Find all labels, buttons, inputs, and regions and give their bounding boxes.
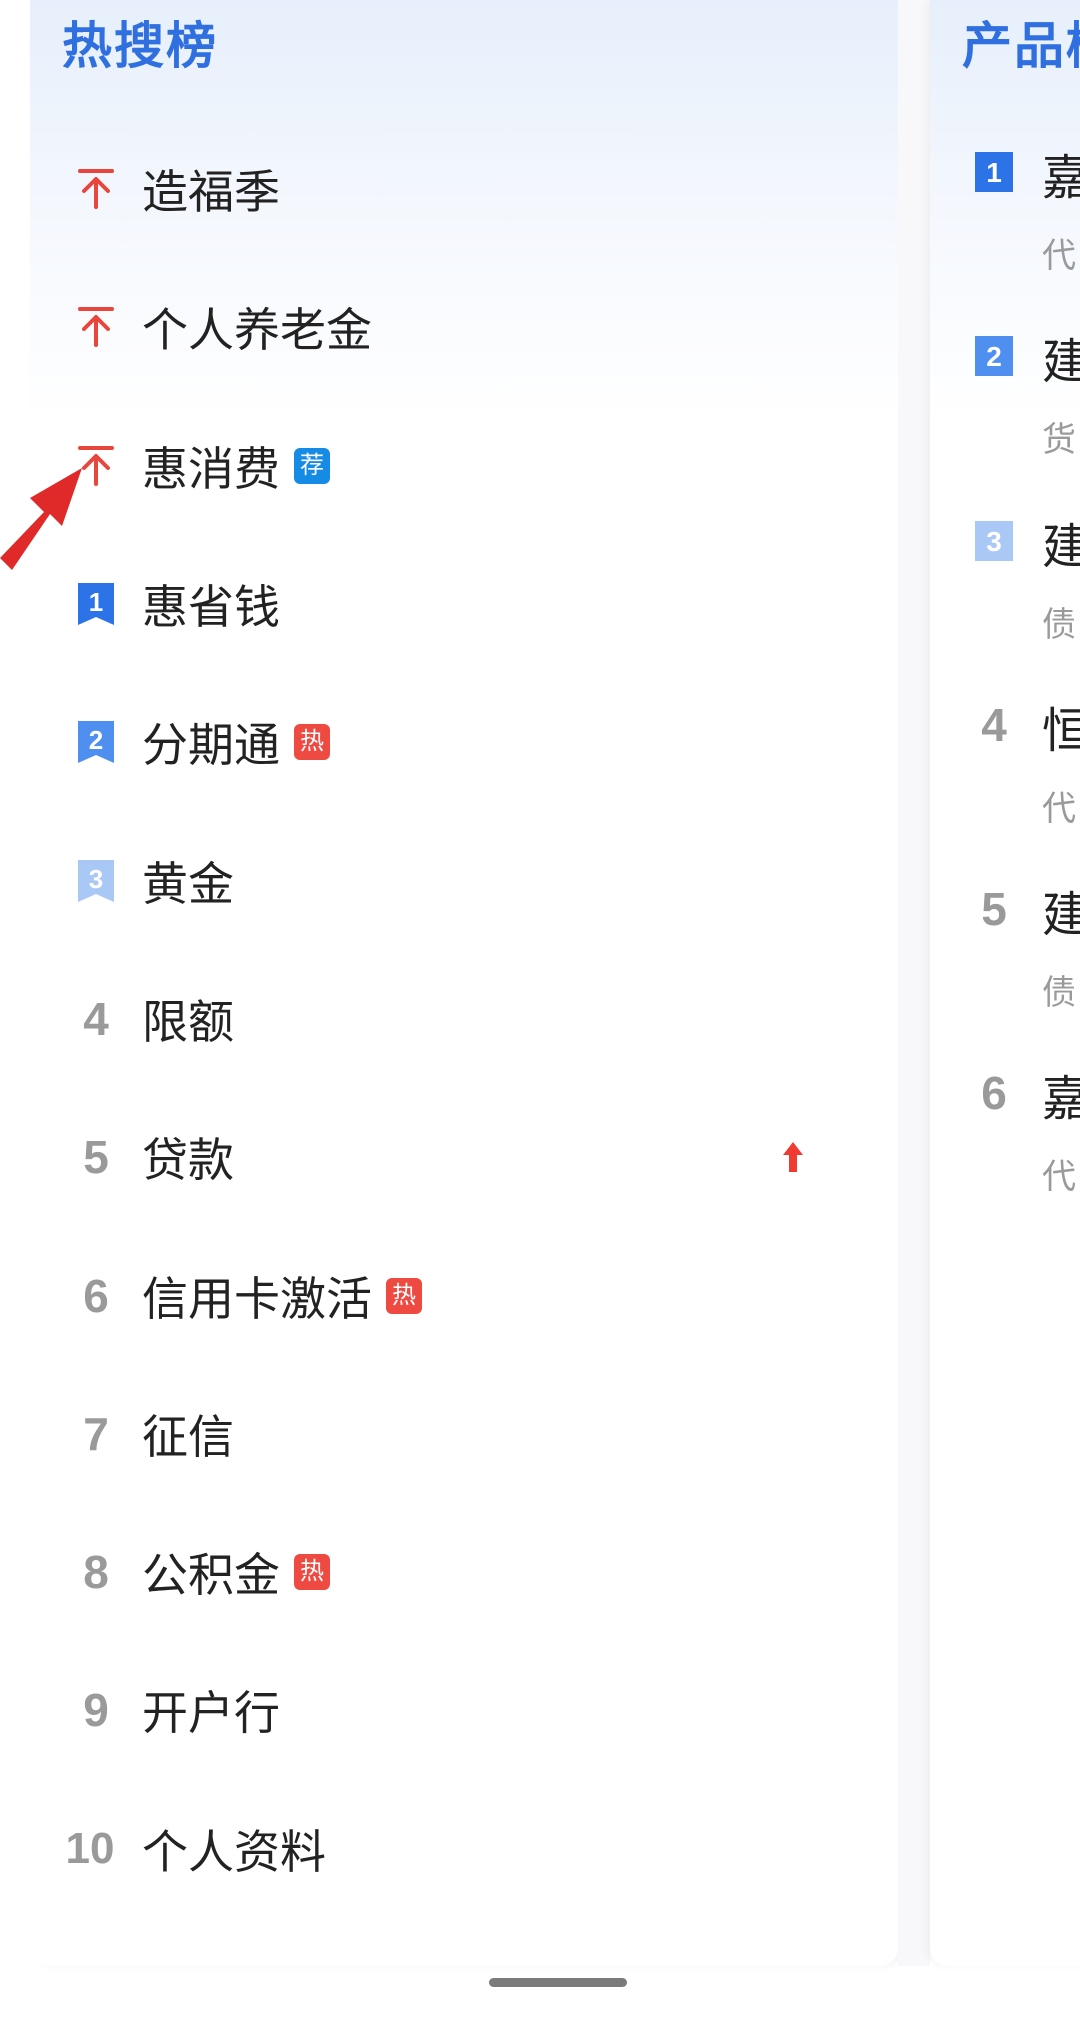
product-board: 产品榜 1 嘉 代 2 建 货 3 建 债	[930, 0, 1080, 1966]
item-label: 公积金 热	[142, 1539, 330, 1605]
rank-number: 2	[986, 341, 1002, 372]
product-subtitle: 代	[1042, 1157, 1076, 1198]
rank-badge: 1	[66, 574, 126, 634]
rank-badge: 2	[66, 712, 126, 772]
rank-badge: 3	[66, 851, 126, 911]
product-item[interactable]: 4 恒 代	[930, 673, 1080, 857]
item-label: 征信	[142, 1409, 234, 1464]
list-item[interactable]: 4 限额	[30, 950, 898, 1088]
list-item[interactable]: 个人养老金	[30, 258, 898, 396]
item-label: 信用卡激活 热	[142, 1263, 422, 1329]
rank-badge: 3	[972, 519, 1016, 563]
product-title: 建	[1042, 334, 1080, 391]
list-item[interactable]: 9 开户行	[30, 1641, 898, 1779]
rank-number: 8	[83, 1546, 109, 1599]
list-item[interactable]: 造福季	[30, 120, 898, 258]
product-item[interactable]: 5 建 债	[930, 857, 1080, 1041]
item-label: 开户行	[142, 1686, 280, 1741]
list-item[interactable]: 惠消费 荐	[30, 397, 898, 535]
rank-number: 4	[981, 698, 1007, 751]
rank-badge: 5	[972, 883, 1016, 935]
list-item[interactable]: 1 惠省钱	[30, 535, 898, 673]
product-board-title: 产品榜	[962, 17, 1080, 75]
list-item[interactable]: 3 黄金	[30, 811, 898, 949]
hot-tag: 热	[294, 1554, 330, 1591]
item-label: 黄金	[142, 856, 234, 911]
item-label: 个人养老金	[142, 303, 372, 358]
item-label: 限额	[142, 994, 234, 1049]
item-label: 贷款	[142, 1133, 234, 1188]
hot-search-board: 热搜榜 造福季 个人养老金 惠消费 荐 1 惠省钱 2 分期通 热 3 黄金 4…	[30, 0, 898, 1966]
item-label: 分期通 热	[142, 709, 330, 775]
list-item[interactable]: 5 贷款	[30, 1088, 898, 1226]
trend-up-icon	[783, 1142, 803, 1173]
rank-number: 3	[986, 526, 1002, 557]
rank-number: 3	[89, 864, 103, 894]
pin-top-icon	[66, 297, 126, 357]
product-subtitle: 代	[1042, 788, 1076, 829]
product-title: 建	[1042, 887, 1080, 944]
hot-tag: 热	[386, 1277, 422, 1314]
rank-badge: 7	[66, 1404, 126, 1464]
item-label: 造福季	[142, 165, 280, 220]
rank-badge: 1	[972, 150, 1016, 194]
product-subtitle: 货	[1042, 420, 1076, 461]
card-gap	[898, 0, 930, 1966]
rank-number: 7	[83, 1407, 109, 1460]
item-label: 个人资料	[142, 1824, 326, 1879]
home-indicator[interactable]	[489, 1978, 627, 1987]
rank-badge: 2	[972, 334, 1016, 378]
rank-number: 4	[83, 992, 109, 1045]
hot-tag: 热	[294, 724, 330, 761]
rank-badge: 4	[66, 989, 126, 1049]
item-label: 惠省钱	[142, 580, 280, 635]
recommend-tag: 荐	[294, 447, 330, 484]
list-item[interactable]: 6 信用卡激活 热	[30, 1226, 898, 1364]
item-label: 惠消费 荐	[142, 433, 330, 499]
list-item[interactable]: 8 公积金 热	[30, 1503, 898, 1641]
product-item[interactable]: 1 嘉 代	[930, 120, 1080, 304]
rank-badge: 5	[66, 1127, 126, 1187]
product-item[interactable]: 3 建 债	[930, 489, 1080, 673]
rank-number: 9	[83, 1684, 109, 1737]
list-item[interactable]: 10 个人资料	[30, 1780, 898, 1918]
list-item[interactable]: 2 分期通 热	[30, 673, 898, 811]
rank-number: 1	[89, 587, 103, 617]
product-subtitle: 债	[1042, 973, 1076, 1014]
rank-badge: 10	[50, 1819, 130, 1879]
product-item[interactable]: 2 建 货	[930, 304, 1080, 488]
product-title: 嘉	[1042, 150, 1080, 206]
rank-badge: 8	[66, 1542, 126, 1602]
product-title: 嘉	[1042, 1071, 1080, 1128]
product-title: 恒	[1042, 702, 1080, 759]
rank-number: 6	[83, 1269, 109, 1322]
product-title: 建	[1042, 518, 1080, 575]
rank-number: 5	[83, 1131, 109, 1184]
annotation-arrow-icon	[0, 468, 82, 570]
pin-top-icon	[66, 159, 126, 219]
list-item[interactable]: 7 征信	[30, 1365, 898, 1503]
product-item[interactable]: 6 嘉 代	[930, 1041, 1080, 1225]
rank-number: 5	[981, 883, 1007, 936]
product-list: 1 嘉 代 2 建 货 3 建 债 4 恒 代 5 建 债 6 嘉 代	[930, 120, 1080, 1226]
rank-badge: 6	[66, 1266, 126, 1326]
hot-search-list: 造福季 个人养老金 惠消费 荐 1 惠省钱 2 分期通 热 3 黄金 4 限额 …	[30, 120, 898, 1918]
product-subtitle: 代	[1042, 236, 1076, 276]
product-subtitle: 债	[1042, 604, 1076, 645]
rank-badge: 9	[66, 1680, 126, 1740]
rank-number: 1	[986, 157, 1002, 188]
rank-number: 6	[981, 1067, 1007, 1120]
hot-search-title: 热搜榜	[62, 17, 218, 75]
rank-badge: 4	[972, 699, 1016, 751]
rank-number: 10	[65, 1823, 115, 1873]
rank-badge: 6	[972, 1067, 1016, 1119]
rank-number: 2	[89, 725, 103, 755]
